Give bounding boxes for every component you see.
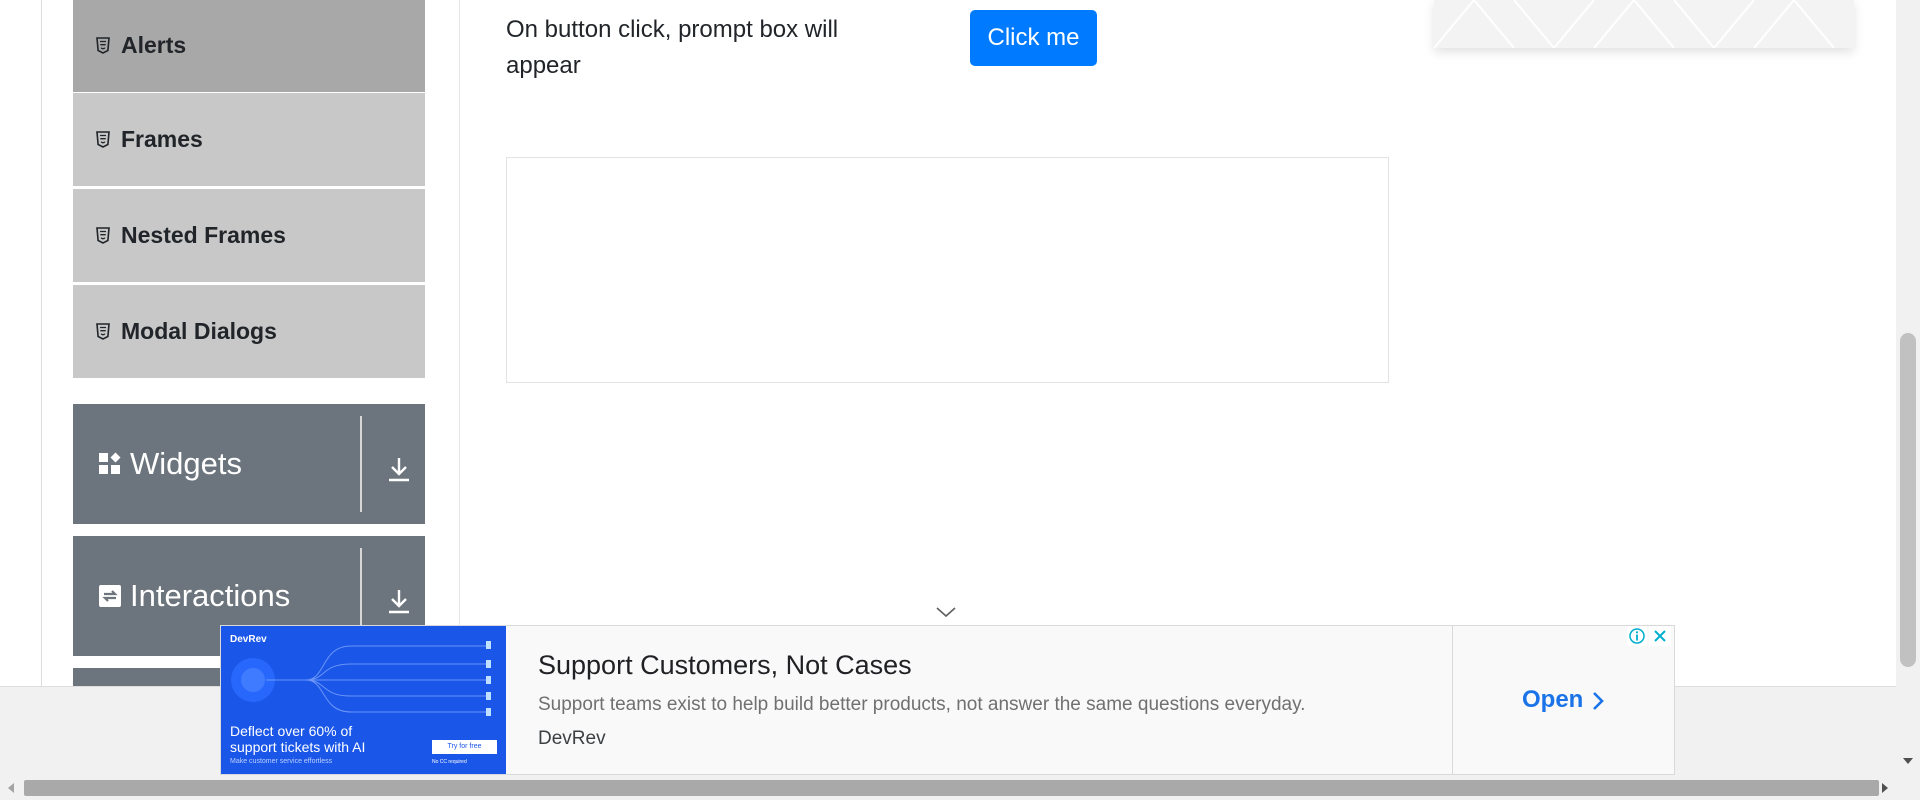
page-left-border [41,0,42,686]
ad-image[interactable]: DevRev Deflect over 60% of support ticke… [221,626,506,774]
ad-open-button[interactable]: Open [1522,686,1605,714]
html5-shield-icon [95,323,111,341]
group-divider [360,416,362,512]
ad-description: Support teams exist to help build better… [538,694,1306,715]
sidebar-item-frames[interactable]: Frames [73,92,425,186]
sidebar-item-label: Alerts [121,32,187,58]
content-divider [459,0,460,686]
sidebar-item-nested-frames[interactable]: Nested Frames [73,188,425,282]
widgets-icon [98,452,122,476]
ad-close-icon[interactable] [1649,626,1671,646]
ad-banner[interactable]: DevRev Deflect over 60% of support ticke… [220,625,1675,775]
sidebar-item-label: Modal Dialogs [121,318,277,344]
ad-divider [1452,626,1453,774]
ad-image-subhook: Make customer service effortless [230,758,333,765]
horizontal-scrollbar[interactable] [0,776,1920,800]
sidebar-group-widgets[interactable]: Widgets [73,404,425,524]
ad-collapse-chevron-icon[interactable] [935,605,957,619]
html5-shield-icon [95,227,111,245]
ad-image-hook: Deflect over 60% of support tickets with… [230,723,366,755]
ad-image-cta[interactable]: Try for free [432,740,497,754]
result-area [506,157,1389,383]
scroll-down-arrow-icon[interactable] [1901,754,1915,768]
html5-shield-icon [95,37,111,55]
swap-icon [98,584,122,608]
ad-headline[interactable]: Support Customers, Not Cases [538,650,912,681]
sidebar-item-label: Frames [121,126,203,152]
sidebar-item-label: Nested Frames [121,222,286,248]
scrollbar-thumb[interactable] [1900,333,1916,667]
ad-image-note: No CC required [432,759,467,765]
prompt-description: On button click, prompt box will appear [506,16,839,79]
ad-advertiser: DevRev [538,728,606,749]
scrollbar-thumb[interactable] [24,780,1879,796]
chevron-right-icon [1591,690,1605,710]
vertical-scrollbar[interactable] [1896,0,1920,776]
scroll-right-arrow-icon[interactable] [1878,781,1892,795]
html5-shield-icon [95,131,111,149]
download-arrow-icon[interactable] [384,586,414,616]
ad-open-label: Open [1522,686,1584,713]
ad-info-icon[interactable] [1627,626,1647,646]
ad-image-brand: DevRev [230,634,267,645]
download-arrow-icon[interactable] [384,454,414,484]
sidebar-item-modal-dialogs[interactable]: Modal Dialogs [73,284,425,378]
scroll-left-arrow-icon[interactable] [4,781,18,795]
sidebar-item-alerts[interactable]: Alerts [73,0,425,92]
sidebar-group-label: Widgets [130,446,242,481]
prompt-button[interactable]: Click me [970,10,1097,66]
sidebar-group-label: Interactions [130,578,291,613]
ad-image-top[interactable] [1434,0,1854,48]
